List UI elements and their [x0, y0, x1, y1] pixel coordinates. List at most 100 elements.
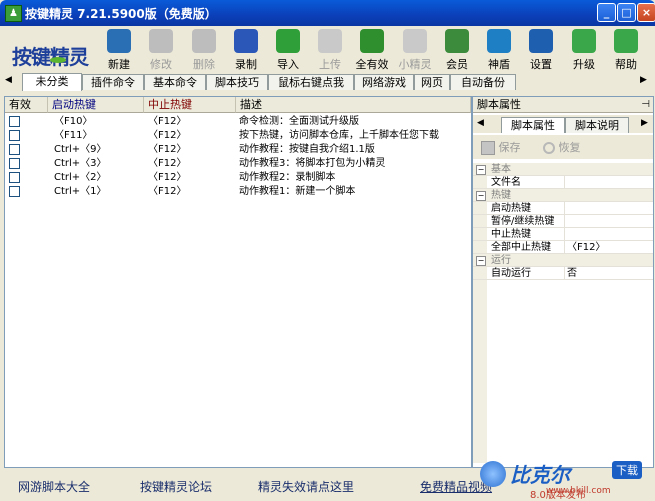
property-row[interactable]: 中止热键	[473, 228, 653, 241]
restore-button[interactable]: 恢复	[543, 139, 581, 155]
property-key: 启动热键	[491, 203, 531, 214]
property-row[interactable]: 暂停/继续热键	[473, 215, 653, 228]
start-hotkey-cell: Ctrl+〈3〉	[54, 158, 107, 169]
property-category[interactable]: − 热键	[473, 189, 653, 202]
main-toolbar: 按键精灵 新建 修改 删除 录制 导入 上传 全有效 小精灵 会员 神盾 设置 升级 帮助	[4, 27, 651, 73]
collapse-icon[interactable]: −	[476, 165, 486, 175]
shield-icon	[487, 29, 511, 53]
properties-tab-right-icon[interactable]: ▶	[641, 118, 648, 128]
toolbar-button-edit[interactable]: 修改	[142, 29, 180, 71]
toolbar-button-gear[interactable]: 设置	[522, 29, 560, 71]
logo-text: 按键精灵	[12, 45, 89, 69]
property-row[interactable]: 自动运行 否	[473, 267, 653, 280]
toolbar-button-record[interactable]: 录制	[227, 29, 265, 71]
column-header-description[interactable]: 描述	[236, 97, 471, 113]
close-button[interactable]: ×	[637, 3, 655, 22]
toolbar-button-upload[interactable]: 上传	[311, 29, 349, 71]
tab-scroll-left-icon[interactable]: ◀	[5, 75, 12, 85]
toolbar-button-trash[interactable]: 删除	[185, 29, 223, 71]
column-header-start-hotkey[interactable]: 启动热键	[48, 97, 144, 113]
toolbar-button-help[interactable]: 帮助	[607, 29, 645, 71]
property-category[interactable]: − 基本	[473, 163, 653, 176]
check-all-icon	[360, 29, 384, 53]
import-icon	[276, 29, 300, 53]
script-row[interactable]: 〈F11〉 〈F12〉 按下热键，访问脚本仓库，上千脚本任您下载	[5, 129, 471, 143]
start-hotkey-cell: Ctrl+〈2〉	[54, 172, 107, 183]
description-cell: 动作教程2：录制脚本	[239, 172, 336, 183]
start-hotkey-cell: 〈F11〉	[54, 130, 93, 141]
property-grid: − 基本 文件名 − 热键 启动热键 暂停/继续热键 中止热键 全部中止热键 〈F12〉 − 运行 自动…	[473, 163, 653, 463]
tab-script-properties[interactable]: 脚本属性	[501, 117, 565, 133]
new-script-icon	[107, 29, 131, 53]
tab-7[interactable]: 自动备份	[450, 74, 516, 90]
properties-tab-left-icon[interactable]: ◀	[477, 118, 484, 128]
minimize-button[interactable]: _	[597, 3, 616, 22]
link-sprite-invalid[interactable]: 精灵失效请点这里	[258, 478, 354, 495]
property-row[interactable]: 启动热键	[473, 202, 653, 215]
stop-hotkey-cell: 〈F12〉	[148, 144, 187, 155]
script-row[interactable]: 〈F10〉 〈F12〉 命令检测：全面测试升级版	[5, 115, 471, 129]
toolbar-button-label: 升级	[573, 58, 595, 71]
property-category[interactable]: − 运行	[473, 254, 653, 267]
link-game-scripts[interactable]: 网游脚本大全	[18, 478, 90, 495]
column-header-enabled[interactable]: 有效	[5, 97, 48, 113]
script-row[interactable]: Ctrl+〈9〉 〈F12〉 动作教程：按键自我介绍1.1版	[5, 143, 471, 157]
property-value[interactable]: 否	[567, 267, 577, 280]
toolbar-button-label: 会员	[446, 58, 468, 71]
toolbar-button-upgrade[interactable]: 升级	[565, 29, 603, 71]
mini-sprite-icon	[403, 29, 427, 53]
save-button[interactable]: 保存	[481, 139, 521, 155]
trash-icon	[192, 29, 216, 53]
column-header-stop-hotkey[interactable]: 中止热键	[144, 97, 236, 113]
property-row[interactable]: 全部中止热键 〈F12〉	[473, 241, 653, 254]
property-divider	[564, 176, 565, 189]
script-row[interactable]: Ctrl+〈1〉 〈F12〉 动作教程1：新建一个脚本	[5, 185, 471, 199]
enabled-checkbox[interactable]	[9, 158, 20, 169]
enabled-checkbox[interactable]	[9, 172, 20, 183]
member-icon	[445, 29, 469, 53]
toolbar-button-check-all[interactable]: 全有效	[353, 29, 391, 71]
stop-hotkey-cell: 〈F12〉	[148, 158, 187, 169]
collapse-icon[interactable]: −	[476, 256, 486, 266]
link-forum[interactable]: 按键精灵论坛	[140, 478, 212, 495]
watermark-url: www.bkill.com	[546, 486, 611, 496]
tab-1[interactable]: 插件命令	[82, 74, 144, 90]
toolbar-button-shield[interactable]: 神盾	[480, 29, 518, 71]
tab-5[interactable]: 网络游戏	[354, 74, 414, 90]
watermark-text: 比克尔	[510, 463, 570, 487]
toolbar-button-label: 小精灵	[398, 58, 432, 71]
logo-swoosh	[50, 57, 66, 63]
toolbar-button-mini-sprite[interactable]: 小精灵	[396, 29, 434, 71]
pin-icon[interactable]: ⊣	[641, 97, 650, 113]
property-row[interactable]: 文件名	[473, 176, 653, 189]
enabled-checkbox[interactable]	[9, 186, 20, 197]
tab-4[interactable]: 鼠标右键点我	[268, 74, 354, 90]
enabled-checkbox[interactable]	[9, 116, 20, 127]
script-row[interactable]: Ctrl+〈2〉 〈F12〉 动作教程2：录制脚本	[5, 171, 471, 185]
enabled-checkbox[interactable]	[9, 144, 20, 155]
toolbar-button-new-script[interactable]: 新建	[100, 29, 138, 71]
tab-script-description[interactable]: 脚本说明	[565, 117, 629, 133]
restore-label: 恢复	[558, 141, 581, 154]
save-label: 保存	[498, 141, 521, 154]
property-key: 自动运行	[491, 268, 531, 279]
maximize-button[interactable]: □	[617, 3, 636, 22]
category-tabs: ◀ 未分类 插件命令 基本命令 脚本技巧 鼠标右键点我 网络游戏 网页 自动备份 ▶	[0, 73, 655, 91]
upgrade-icon	[572, 29, 596, 53]
enabled-checkbox[interactable]	[9, 130, 20, 141]
toolbar-button-import[interactable]: 导入	[269, 29, 307, 71]
property-value[interactable]: 〈F12〉	[567, 241, 605, 254]
tab-2[interactable]: 基本命令	[144, 74, 206, 90]
record-icon	[234, 29, 258, 53]
category-name: 热键	[491, 190, 511, 201]
tab-scroll-right-icon[interactable]: ▶	[640, 75, 647, 85]
script-row[interactable]: Ctrl+〈3〉 〈F12〉 动作教程3：将脚本打包为小精灵	[5, 157, 471, 171]
collapse-icon[interactable]: −	[476, 191, 486, 201]
tab-3[interactable]: 脚本技巧	[206, 74, 268, 90]
toolbar-button-member[interactable]: 会员	[438, 29, 476, 71]
tab-6[interactable]: 网页	[414, 74, 450, 90]
property-divider	[564, 215, 565, 228]
properties-title: 脚本属性 ⊣	[473, 97, 653, 113]
tab-0[interactable]: 未分类	[22, 73, 82, 91]
property-key: 全部中止热键	[491, 242, 551, 253]
